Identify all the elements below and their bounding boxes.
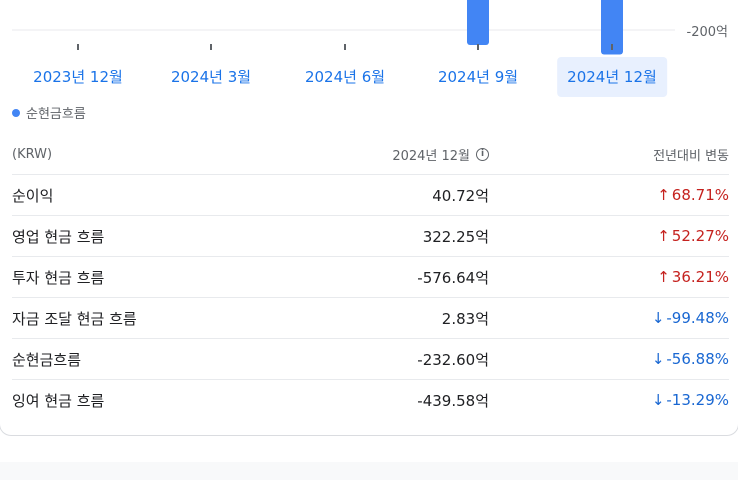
x-label-2024-06[interactable]: 2024년 6월	[295, 57, 395, 97]
arrow-down-icon: ↓	[651, 350, 665, 368]
arrow-down-icon: ↓	[651, 391, 665, 409]
row-change: ↓ -56.88%	[652, 350, 729, 368]
change-header: 전년대비 변동	[653, 149, 729, 164]
y-tick-label: -200억	[686, 25, 728, 40]
table-row: 자금 조달 현금 흐름 2.83억 ↓ -99.48%	[12, 298, 729, 339]
legend-dot-icon	[12, 108, 20, 117]
row-value: -576.64억	[417, 268, 489, 287]
cash-flow-card: -200억 2023년 12월 2024년 3월 2024년 6월 2024년 …	[0, 0, 738, 436]
table-row: 잉여 현금 흐름 -439.58억 ↓ -13.29%	[12, 380, 729, 420]
cash-flow-chart: -200억 2023년 12월 2024년 3월 2024년 6월 2024년 …	[0, 0, 738, 99]
row-value: 40.72억	[432, 186, 489, 205]
table-row: 순이익 40.72억 ↑ 68.71%	[12, 175, 729, 216]
row-label: 영업 현금 흐름	[12, 227, 105, 246]
row-label: 투자 현금 흐름	[12, 268, 105, 287]
row-value: 2.83억	[441, 309, 489, 328]
x-label-2024-03[interactable]: 2024년 3월	[161, 57, 261, 97]
row-value: -232.60억	[417, 350, 489, 369]
row-label: 순이익	[12, 186, 54, 205]
legend-label: 순현금흐름	[26, 107, 86, 122]
row-change-value: -56.88%	[666, 350, 729, 368]
arrow-up-icon: ↑	[657, 227, 670, 245]
row-change: ↑ 52.27%	[657, 227, 729, 245]
row-change-value: 36.21%	[671, 268, 729, 286]
x-label-2024-12[interactable]: 2024년 12월	[557, 57, 667, 97]
row-change-value: -99.48%	[666, 309, 729, 327]
table-row: 순현금흐름 -232.60억 ↓ -56.88%	[12, 339, 729, 380]
period-header: 2024년 12월 i	[392, 145, 489, 164]
row-change-value: 52.27%	[671, 227, 729, 245]
row-value: 322.25억	[422, 227, 489, 246]
table-row: 투자 현금 흐름 -576.64억 ↑ 36.21%	[12, 257, 729, 298]
row-label: 순현금흐름	[12, 350, 82, 369]
page-bottom-band	[0, 462, 738, 480]
row-change-value: -13.29%	[666, 391, 729, 409]
table-row: 영업 현금 흐름 322.25억 ↑ 52.27%	[12, 216, 729, 257]
arrow-down-icon: ↓	[651, 309, 665, 327]
unit-header: (KRW)	[12, 147, 53, 162]
x-label-2023-12[interactable]: 2023년 12월	[23, 57, 133, 97]
cash-flow-table: (KRW) 2024년 12월 i 전년대비 변동 순이익 40.72억 ↑ 68.7…	[12, 135, 729, 420]
arrow-up-icon: ↑	[657, 268, 670, 286]
bar-3	[467, 0, 489, 45]
table-header: (KRW) 2024년 12월 i 전년대비 변동	[12, 135, 729, 175]
row-label: 잉여 현금 흐름	[12, 391, 105, 410]
period-header-label: 2024년 12월	[392, 149, 470, 164]
row-label: 자금 조달 현금 흐름	[12, 309, 137, 328]
info-icon[interactable]: i	[476, 148, 489, 161]
arrow-up-icon: ↑	[657, 186, 670, 204]
row-change: ↑ 68.71%	[657, 186, 729, 204]
row-value: -439.58억	[417, 391, 489, 410]
x-label-2024-09[interactable]: 2024년 9월	[428, 57, 528, 97]
row-change: ↓ -99.48%	[652, 309, 729, 327]
chart-svg	[12, 0, 675, 55]
row-change: ↑ 36.21%	[657, 268, 729, 286]
chart-legend: 순현금흐름	[12, 103, 86, 122]
row-change: ↓ -13.29%	[652, 391, 729, 409]
row-change-value: 68.71%	[671, 186, 729, 204]
